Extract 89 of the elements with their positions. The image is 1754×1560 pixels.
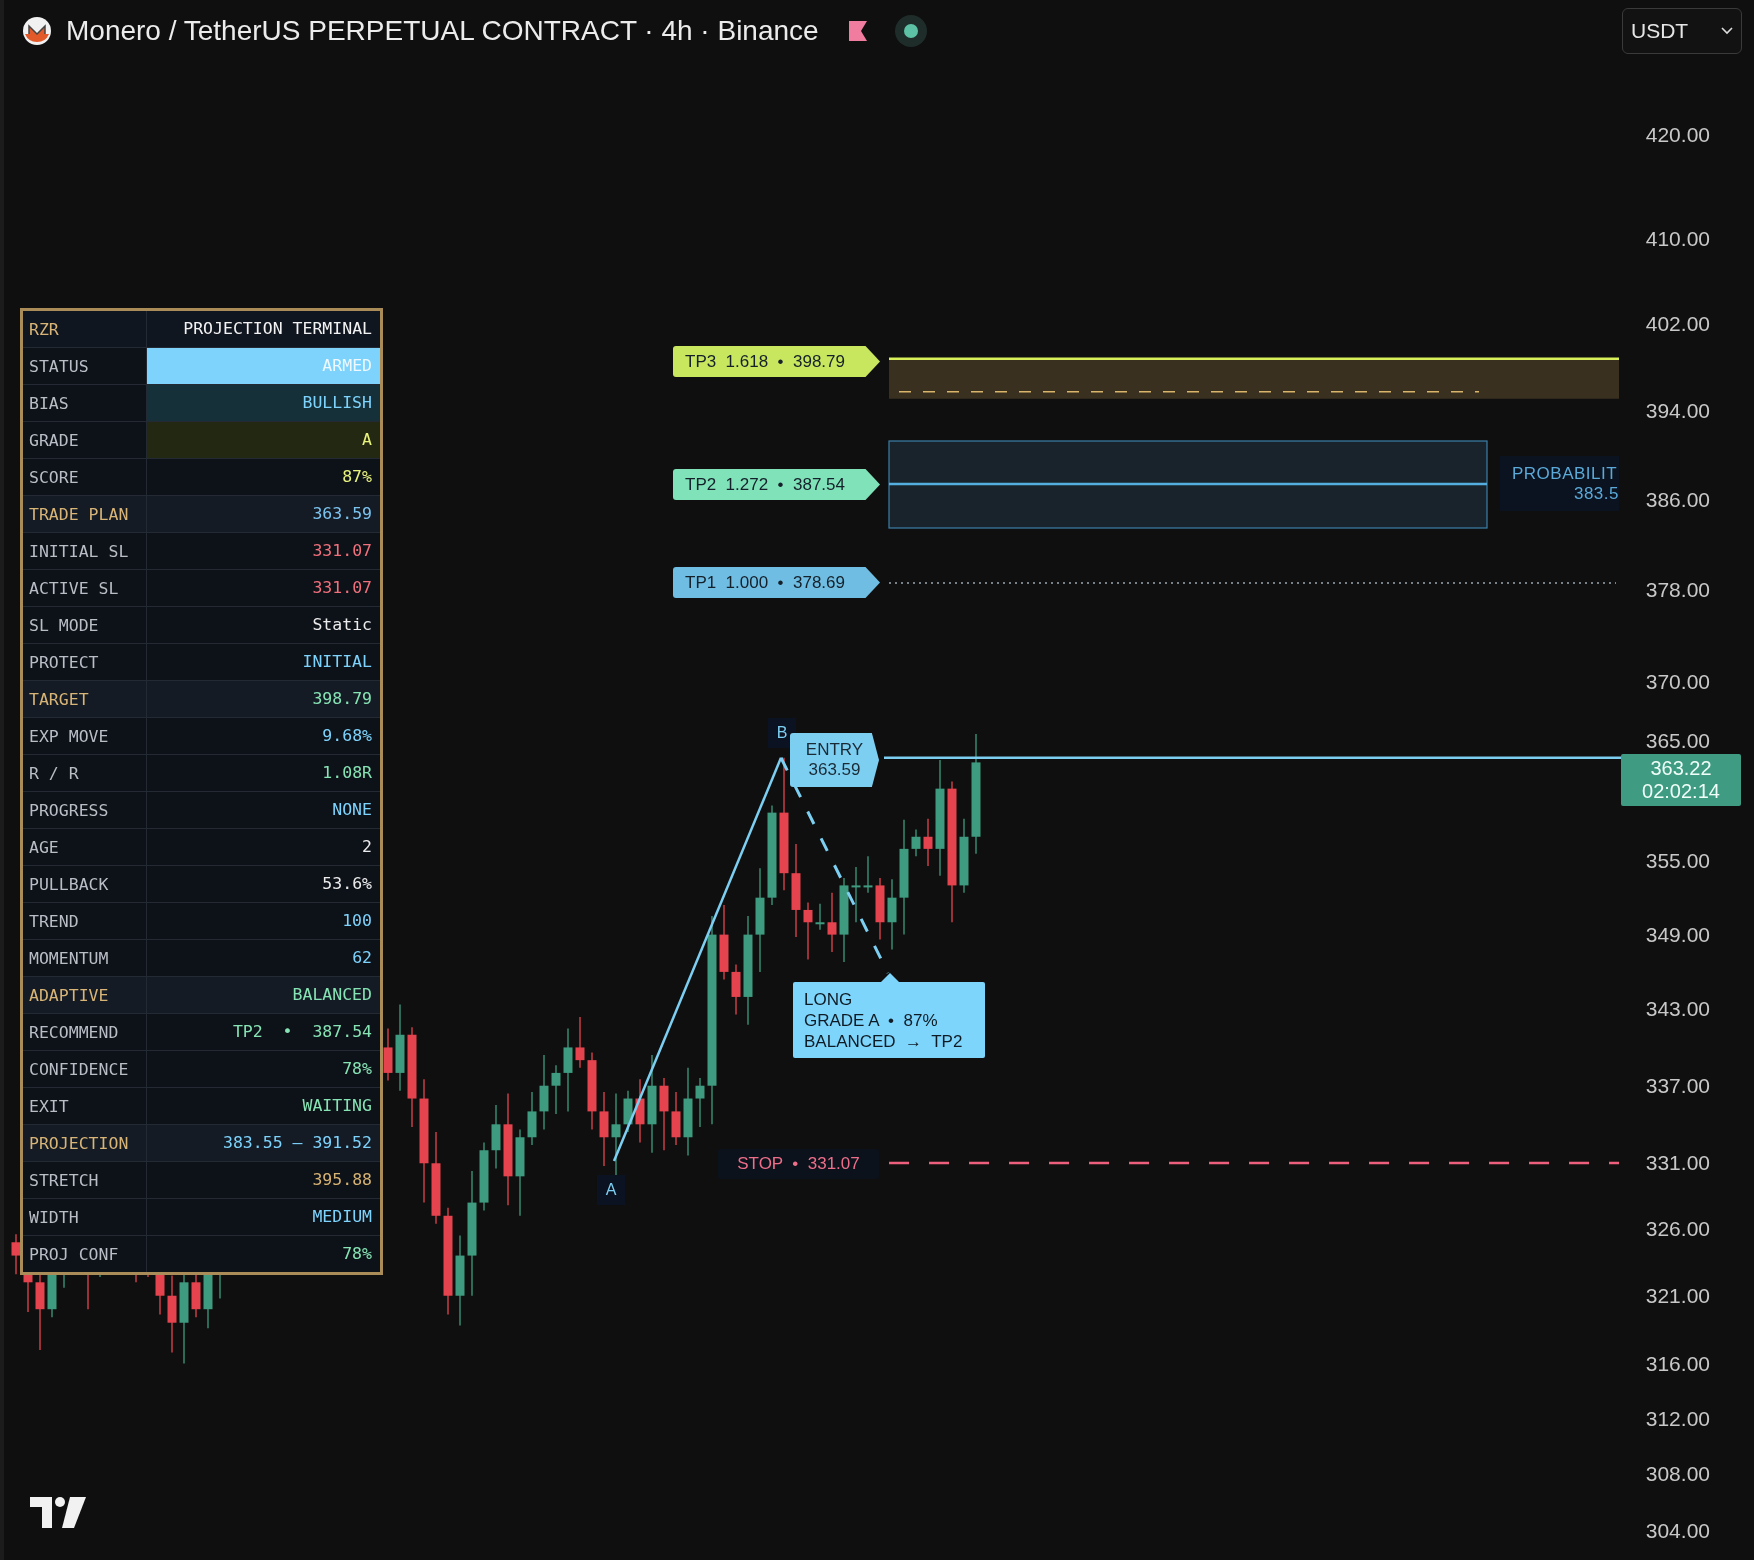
candle	[923, 818, 933, 867]
coin-logo-icon	[22, 16, 52, 46]
terminal-value: 62	[352, 949, 372, 967]
candle	[575, 1016, 585, 1069]
terminal-value: 78%	[342, 1060, 372, 1078]
price-axis-label: 402.00	[1645, 312, 1710, 337]
candle	[635, 1078, 645, 1144]
candle	[623, 1090, 633, 1133]
candle	[851, 866, 861, 923]
candle	[695, 1077, 705, 1128]
price-axis-label: 370.00	[1645, 670, 1710, 695]
candle	[803, 901, 813, 961]
candle	[827, 892, 837, 953]
candle	[875, 877, 885, 941]
candle	[863, 855, 873, 894]
candle	[527, 1091, 537, 1146]
candle	[671, 1091, 681, 1146]
terminal-value: PROJECTION TERMINAL	[183, 320, 372, 338]
candle	[11, 1233, 21, 1275]
terminal-value: 398.79	[312, 690, 372, 708]
terminal-label-cell: ADAPTIVE	[23, 977, 147, 1013]
terminal-value: 395.88	[312, 1171, 372, 1189]
chevron-down-icon	[1721, 27, 1733, 35]
signal-callout: LONG GRADE A • 87% BALANCED → TP2	[793, 982, 985, 1058]
currency-dropdown[interactable]: USDT	[1622, 8, 1742, 54]
target-label: TP2 1.272 • 387.54	[673, 469, 880, 500]
terminal-value: TP2 • 387.54	[232, 1023, 372, 1041]
candle	[383, 1027, 393, 1082]
price-axis-label: 349.00	[1645, 922, 1710, 947]
price-axis-label: 337.00	[1645, 1073, 1710, 1098]
candle	[815, 903, 825, 931]
candle	[479, 1141, 489, 1212]
price-axis-label: 331.00	[1645, 1151, 1710, 1176]
terminal-value: WAITING	[302, 1097, 372, 1115]
terminal-value: BULLISH	[302, 394, 372, 412]
last-price-badge: 363.22 02:02:14	[1621, 754, 1741, 806]
price-axis-label: 365.00	[1645, 729, 1710, 754]
price-axis-label: 321.00	[1645, 1283, 1710, 1308]
terminal-label-cell: TARGET	[23, 681, 147, 717]
terminal-value: 78%	[342, 1245, 372, 1263]
candle	[551, 1064, 561, 1115]
terminal-value: 383.55 — 391.52	[223, 1134, 372, 1152]
pivot-label: A	[597, 1175, 625, 1205]
flag-icon[interactable]	[846, 20, 869, 42]
price-axis-label: 355.00	[1645, 849, 1710, 873]
price-axis-label: 316.00	[1645, 1351, 1710, 1376]
callout-pointer-icon	[881, 973, 899, 982]
candle	[491, 1104, 501, 1170]
stop-label: STOP • 331.07	[718, 1149, 879, 1179]
probability-title: PROBABILIT	[1512, 463, 1618, 484]
target-label: TP3 1.618 • 398.79	[673, 346, 880, 377]
price-axis-label: 420.00	[1645, 123, 1710, 147]
terminal-value: 87%	[342, 468, 372, 486]
terminal-value: BALANCED	[292, 986, 372, 1004]
candle	[191, 1273, 201, 1318]
terminal-label-cell: TRADE PLAN	[23, 496, 147, 532]
price-axis-label: 378.00	[1645, 577, 1710, 602]
terminal-value: INITIAL	[302, 653, 372, 671]
terminal-value: 363.59	[312, 505, 372, 523]
terminal-value: 9.68%	[322, 727, 372, 745]
target-label: TP1 1.000 • 378.69	[673, 567, 880, 598]
terminal-label-cell: RZR	[23, 311, 147, 347]
price-axis-label: 386.00	[1645, 487, 1710, 512]
terminal-value: 331.07	[312, 579, 372, 597]
status-dot-icon	[894, 15, 927, 47]
price-axis-label: 394.00	[1645, 398, 1710, 423]
terminal-value: 100	[342, 912, 372, 930]
candle	[731, 963, 741, 1016]
tradingview-logo-icon	[30, 1497, 86, 1528]
price-axis-label: 410.00	[1645, 227, 1710, 252]
price-axis-label: 326.00	[1645, 1217, 1710, 1241]
terminal-label-cell: PROJECTION	[23, 1125, 147, 1161]
probability-value: 383.5	[1573, 483, 1619, 504]
terminal-value: ARMED	[322, 357, 372, 375]
terminal-value: Static	[312, 616, 372, 634]
terminal-value: A	[362, 431, 372, 449]
price-axis-label: 304.00	[1645, 1518, 1710, 1543]
terminal-value: MEDIUM	[312, 1208, 372, 1226]
terminal-value: NONE	[332, 801, 372, 819]
terminal-value: 53.6%	[322, 875, 372, 893]
price-axis-label: 343.00	[1645, 997, 1710, 1022]
price-axis-label: 308.00	[1645, 1462, 1710, 1487]
entry-label: ENTRY 363.59	[790, 733, 879, 787]
terminal-value: 1.08R	[322, 764, 372, 782]
price-axis-label: 312.00	[1645, 1406, 1710, 1431]
candle	[911, 828, 921, 857]
terminal-value: 2	[362, 838, 372, 856]
terminal-value: 331.07	[312, 542, 372, 560]
symbol-title: Monero / TetherUS PERPETUAL CONTRACT · 4h · Binance	[66, 15, 819, 47]
